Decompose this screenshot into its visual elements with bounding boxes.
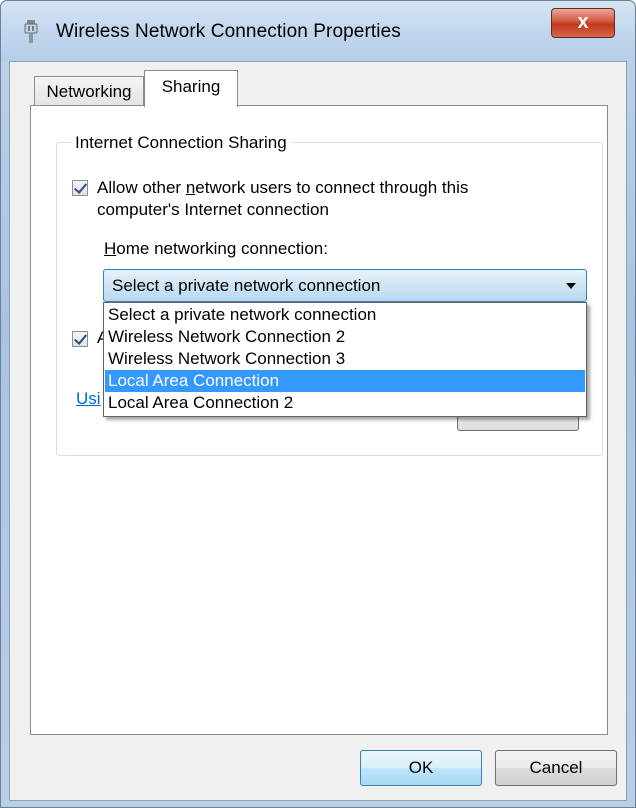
tab-networking[interactable]: Networking xyxy=(34,76,144,106)
allow-label-part: etwork users to connect through this xyxy=(195,178,469,197)
allow-label-accelerator: n xyxy=(185,178,196,197)
dropdown-option[interactable]: Local Area Connection 2 xyxy=(105,392,585,414)
allow-control-checkbox[interactable] xyxy=(72,331,88,347)
tab-label: Sharing xyxy=(161,77,221,96)
home-label-accelerator: H xyxy=(104,239,117,258)
properties-window: Wireless Network Connection Properties x… xyxy=(0,0,636,808)
allow-connect-label[interactable]: Allow other network users to connect thr… xyxy=(97,177,517,221)
tab-label: Networking xyxy=(46,82,132,101)
ics-group-title: Internet Connection Sharing xyxy=(71,133,291,153)
allow-label-part: Allow other xyxy=(97,178,186,197)
network-adapter-icon xyxy=(24,20,38,43)
home-connection-select[interactable]: Select a private network connection xyxy=(103,269,587,302)
select-value: Select a private network connection xyxy=(112,276,381,295)
allow-label-line2: computer's Internet connection xyxy=(97,200,329,219)
allow-connect-checkbox[interactable] xyxy=(72,180,88,196)
window-title: Wireless Network Connection Properties xyxy=(56,21,401,42)
ok-button[interactable]: OK xyxy=(360,750,482,786)
sharing-tab-panel: Internet Connection Sharing Allow other … xyxy=(30,105,608,735)
home-label-text: ome networking connection: xyxy=(116,239,328,258)
cancel-button[interactable]: Cancel xyxy=(495,750,617,786)
close-icon: x xyxy=(577,11,589,33)
dialog-client-area: Networking Sharing Internet Connection S… xyxy=(9,61,627,801)
title-bar[interactable]: Wireless Network Connection Properties x xyxy=(1,1,635,61)
dropdown-option[interactable]: Select a private network connection xyxy=(105,304,585,326)
close-button[interactable]: x xyxy=(551,8,615,38)
dropdown-option[interactable]: Wireless Network Connection 3 xyxy=(105,348,585,370)
dropdown-option-selected[interactable]: Local Area Connection xyxy=(105,370,585,392)
dropdown-option[interactable]: Wireless Network Connection 2 xyxy=(105,326,585,348)
connection-dropdown-list: Select a private network connection Wire… xyxy=(103,302,587,417)
chevron-down-icon[interactable] xyxy=(566,283,576,289)
home-connection-label: Home networking connection: xyxy=(104,238,328,260)
tab-sharing[interactable]: Sharing xyxy=(144,70,238,107)
